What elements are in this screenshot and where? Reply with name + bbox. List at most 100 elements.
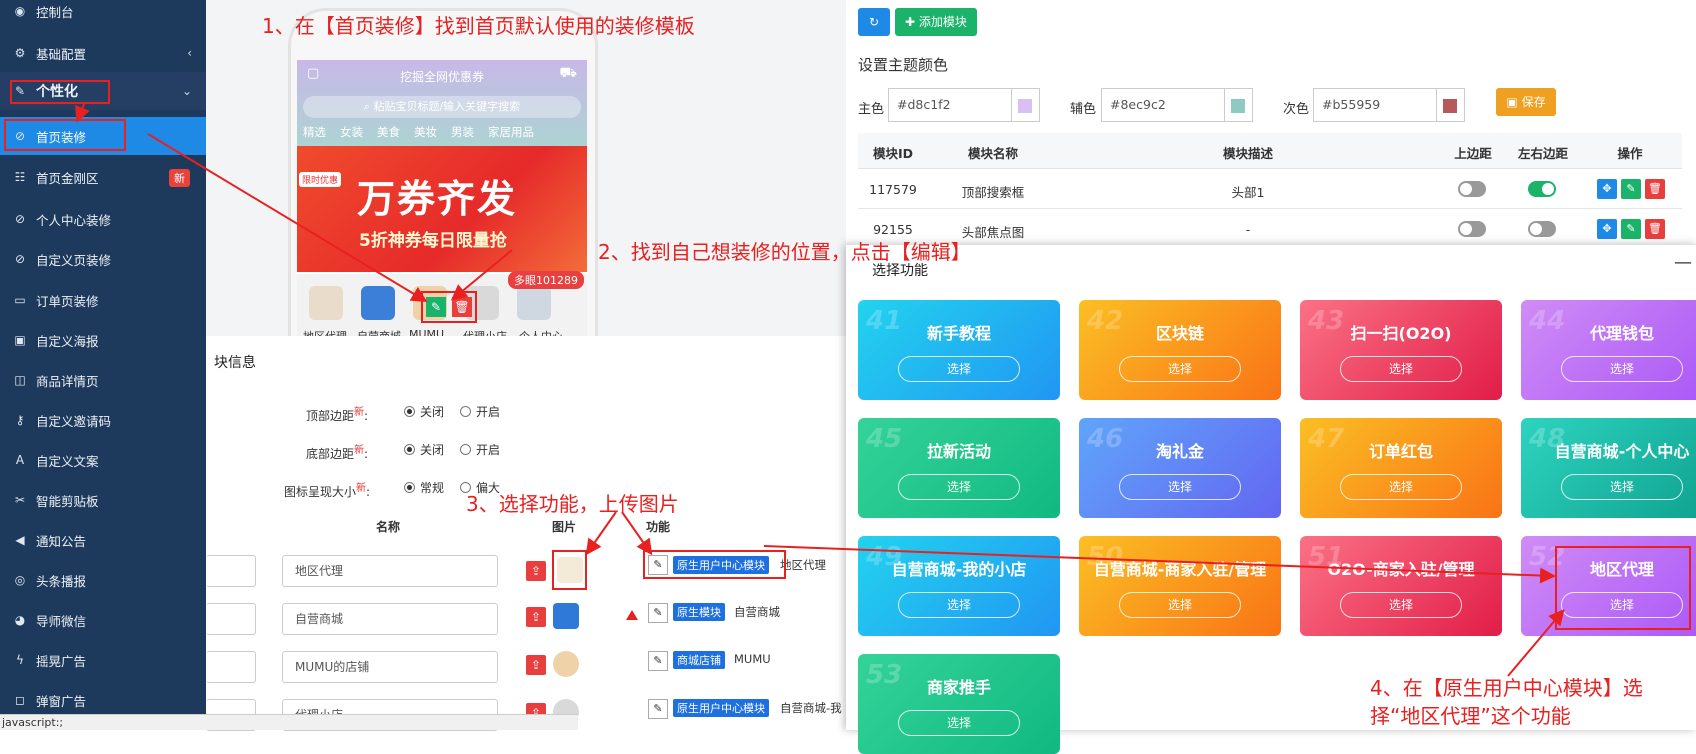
phone-cat[interactable]: 女装	[340, 124, 363, 140]
select-function-button[interactable]: 选择	[1561, 356, 1683, 382]
phone-banner[interactable]: 限时优惠 万券齐发 5折神券每日限量抢	[297, 146, 587, 272]
sidebar-item-label: 摇晃广告	[36, 653, 87, 669]
sidebar-item[interactable]: ◫ 商品详情页	[0, 361, 206, 399]
upload-button[interactable]: ⇪	[526, 607, 546, 627]
select-function-button[interactable]: 选择	[1340, 592, 1462, 618]
item-name-input[interactable]: MUMU的店铺	[282, 651, 498, 683]
columns-icon: ◫	[14, 373, 26, 387]
sidebar-item[interactable]: ◉ 控制台	[0, 0, 206, 30]
upload-button[interactable]: ⇪	[526, 655, 546, 675]
primary-color-label: 主色	[858, 102, 885, 117]
edit-button[interactable]: ✎	[1621, 219, 1641, 239]
edit-button[interactable]: ✎	[1621, 179, 1641, 199]
move-button[interactable]: ✥	[1597, 179, 1617, 199]
upload-icon: ⇪	[530, 610, 542, 624]
window-icon: ▭	[14, 293, 26, 307]
card-name: 自营商城-个人中心	[1554, 442, 1690, 461]
save-theme-button[interactable]: ▣ 保存	[1496, 88, 1556, 116]
select-function-button[interactable]: 选择	[1119, 356, 1241, 382]
delete-button[interactable]: 🗑	[1645, 219, 1665, 239]
phone-search[interactable]: ⌕ 粘贴宝贝标题/输入关键字搜索	[303, 96, 581, 118]
card-name: 拉新活动	[926, 442, 991, 461]
select-function-button[interactable]: 选择	[1561, 474, 1683, 500]
mall-icon[interactable]	[361, 286, 395, 320]
function-card: 49 自营商城-我的小店 选择	[858, 536, 1060, 636]
sidebar-item[interactable]: ⊘ 个人中心装修	[0, 200, 206, 238]
sidebar-item[interactable]: ▭ 订单页装修	[0, 281, 206, 319]
move-button[interactable]: ✥	[1597, 219, 1617, 239]
function-card: 47 订单红包 选择	[1300, 418, 1502, 518]
th-module-desc: 模块描述	[1222, 146, 1273, 161]
item-name-input[interactable]: 地区代理	[282, 555, 498, 587]
icon-size-normal[interactable]: 常规	[404, 479, 444, 496]
select-function-button[interactable]: 选择	[1340, 474, 1462, 500]
sidebar-item[interactable]: A 自定义文案	[0, 441, 206, 479]
phone-cat[interactable]: 家居用品	[488, 124, 534, 140]
primary-color-swatch[interactable]	[1012, 88, 1040, 122]
primary-color-input[interactable]: #d8c1f2	[888, 88, 1012, 122]
side-margin-toggle[interactable]	[1528, 181, 1556, 197]
sidebar-item[interactable]: ⚙ 基础配置 ‹	[0, 34, 206, 72]
phone-cat[interactable]: 精选	[303, 124, 326, 140]
upload-button[interactable]: ⇪	[526, 561, 546, 581]
region-agent-icon[interactable]	[309, 286, 343, 320]
side-margin-toggle[interactable]	[1528, 221, 1556, 237]
phone-cat[interactable]: 美妆	[414, 124, 437, 140]
sidebar-item[interactable]: ◕ 导师微信	[0, 601, 206, 639]
sidebar-item[interactable]: ☷ 首页金刚区 新	[0, 158, 206, 196]
card-name: O2O-商家入驻/管理	[1327, 560, 1475, 579]
sort-input[interactable]	[206, 603, 256, 635]
sidebar-item[interactable]: ◎ 头条播报	[0, 561, 206, 599]
select-function-button[interactable]: 选择	[898, 356, 1020, 382]
secondary-color-label: 辅色	[1070, 102, 1097, 117]
select-function-button[interactable]: 选择	[898, 474, 1020, 500]
top-margin-label: 顶部边距新:	[306, 403, 368, 424]
phone-cat[interactable]: 男装	[451, 124, 474, 140]
top-margin-off[interactable]: 关闭	[404, 403, 444, 420]
sort-input[interactable]	[206, 651, 256, 683]
sidebar-item[interactable]: ◀ 通知公告	[0, 521, 206, 559]
edit-function-button[interactable]: ✎	[648, 651, 668, 671]
select-function-button[interactable]: 选择	[898, 592, 1020, 618]
top-margin-on[interactable]: 开启	[460, 403, 500, 420]
top-margin-toggle[interactable]	[1458, 181, 1486, 197]
secondary-color-input[interactable]: #8ec9c2	[1101, 88, 1225, 122]
sidebar-item[interactable]: ✂ 智能剪贴板	[0, 481, 206, 519]
function-card: 45 拉新活动 选择	[858, 418, 1060, 518]
plus-icon: ✚	[905, 15, 919, 29]
select-function-button[interactable]: 选择	[1340, 356, 1462, 382]
user-center-icon[interactable]	[517, 286, 551, 320]
refresh-button[interactable]: ↻	[858, 8, 890, 36]
function-card: 50 自营商城-商家入驻/管理 选择	[1079, 536, 1281, 636]
tertiary-color-swatch[interactable]	[1437, 88, 1465, 122]
sidebar-item[interactable]: ϟ 摇晃广告	[0, 641, 206, 679]
select-function-button[interactable]: 选择	[1119, 474, 1241, 500]
select-function-button[interactable]: 选择	[1119, 592, 1241, 618]
image-icon: ▣	[14, 333, 26, 347]
secondary-color-swatch[interactable]	[1225, 88, 1253, 122]
item-name-input[interactable]: 自营商城	[282, 603, 498, 635]
cart-icon[interactable]: ⛟	[559, 65, 577, 83]
sidebar-item[interactable]: ⚷ 自定义邀请码	[0, 401, 206, 439]
highlight-personalize	[10, 80, 110, 104]
card-name: 自营商城-我的小店	[891, 560, 1027, 579]
phone-count-badge: 多眼101289	[508, 271, 584, 289]
sort-input[interactable]	[206, 555, 256, 587]
sidebar-item[interactable]: ▣ 自定义海报	[0, 321, 206, 359]
add-module-button[interactable]: ✚ 添加模块	[895, 8, 977, 36]
edit-function-button[interactable]: ✎	[648, 603, 668, 623]
icon-size-label: 图标呈现大小新:	[284, 479, 370, 500]
tertiary-color-input[interactable]: #b55959	[1313, 88, 1437, 122]
sidebar-item-label: 控制台	[36, 4, 74, 20]
phone-cat[interactable]: 美食	[377, 124, 400, 140]
bottom-margin-on[interactable]: 开启	[460, 441, 500, 458]
bottom-margin-off[interactable]: 关闭	[404, 441, 444, 458]
select-function-button[interactable]: 选择	[898, 710, 1020, 736]
minimize-button[interactable]: —	[1674, 252, 1692, 273]
delete-button[interactable]: 🗑	[1645, 179, 1665, 199]
edit-function-button[interactable]: ✎	[648, 699, 668, 719]
top-margin-toggle[interactable]	[1458, 221, 1486, 237]
sidebar-item[interactable]: ⊘ 自定义页装修	[0, 240, 206, 278]
highlight-region-agent-card	[1555, 546, 1691, 630]
function-card: 43 扫一扫(O2O) 选择	[1300, 300, 1502, 400]
